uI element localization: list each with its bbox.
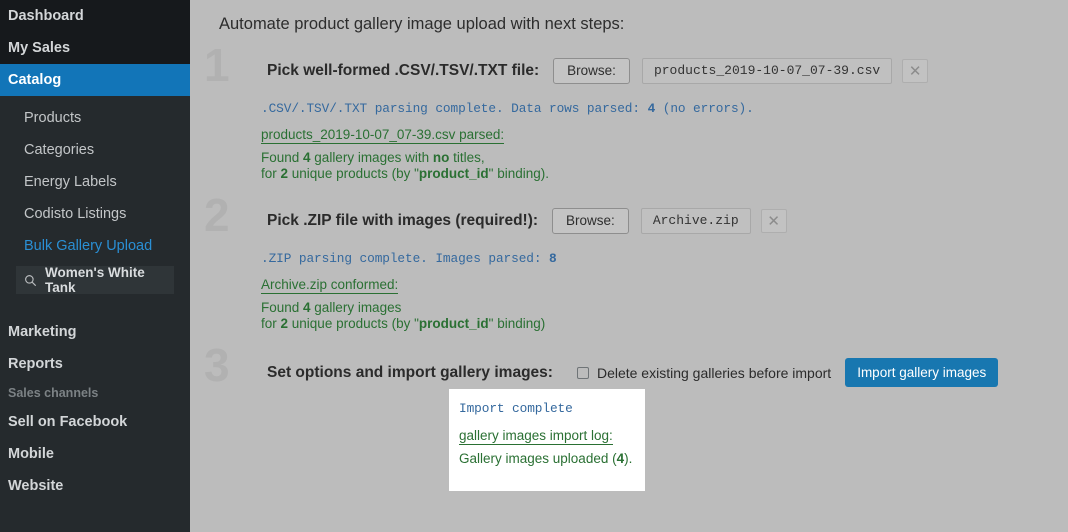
sidebar-search-wrapper: Women's White Tank bbox=[0, 262, 190, 304]
sidebar-item-label: Dashboard bbox=[8, 8, 84, 24]
sidebar: Dashboard My Sales Catalog Products Cate… bbox=[0, 0, 190, 532]
sidebar-item-mobile[interactable]: Mobile bbox=[0, 438, 190, 470]
sidebar-item-label: Marketing bbox=[8, 324, 77, 340]
sidebar-catalog-submenu: Products Categories Energy Labels Codist… bbox=[0, 96, 190, 310]
step-2-header: Pick .ZIP file with images (required!): … bbox=[267, 208, 787, 234]
browse-csv-button[interactable]: Browse: bbox=[553, 58, 630, 84]
import-log-panel: Import complete gallery images import lo… bbox=[449, 389, 645, 491]
search-icon bbox=[24, 274, 37, 287]
main-content: Automate product gallery image upload wi… bbox=[190, 0, 1068, 532]
csv-log-line-2: for 2 unique products (by "product_id" b… bbox=[261, 166, 549, 181]
csv-file-name[interactable]: products_2019-10-07_07-39.csv bbox=[641, 58, 893, 84]
step-number: 3 bbox=[204, 339, 230, 391]
sidebar-item-my-sales[interactable]: My Sales bbox=[0, 32, 190, 64]
step-title: Set options and import gallery images: bbox=[267, 363, 553, 381]
sidebar-item-label: Catalog bbox=[8, 72, 62, 88]
search-input[interactable]: Women's White Tank bbox=[16, 265, 174, 295]
import-log-heading: gallery images import log: bbox=[459, 428, 613, 445]
sidebar-section-sales-channels: Sales channels bbox=[0, 380, 190, 406]
sidebar-item-catalog[interactable]: Catalog bbox=[0, 64, 190, 96]
step-number: 1 bbox=[204, 39, 230, 91]
search-input-value: Women's White Tank bbox=[45, 265, 145, 295]
sidebar-top-section: Dashboard My Sales Catalog bbox=[0, 0, 190, 96]
close-icon[interactable]: ✕ bbox=[760, 209, 787, 233]
sidebar-item-label: Categories bbox=[24, 142, 95, 158]
step-number: 2 bbox=[204, 189, 230, 241]
delete-galleries-label: Delete existing galleries before import bbox=[596, 364, 832, 381]
zip-file-name[interactable]: Archive.zip bbox=[640, 208, 751, 234]
zip-log-line-1: Found 4 gallery images bbox=[261, 300, 402, 315]
sidebar-item-label: My Sales bbox=[8, 40, 71, 56]
sidebar-item-marketing[interactable]: Marketing bbox=[0, 316, 190, 348]
app-root: Dashboard My Sales Catalog Products Cate… bbox=[0, 0, 1068, 532]
step-title: Pick well-formed .CSV/.TSV/.TXT file: bbox=[267, 62, 540, 79]
sidebar-bottom-section: Marketing Reports Sales channels Sell on… bbox=[0, 310, 190, 502]
sidebar-item-products[interactable]: Products bbox=[0, 102, 190, 134]
import-gallery-images-button[interactable]: Import gallery images bbox=[845, 358, 999, 387]
zip-log-heading: Archive.zip conformed: bbox=[261, 277, 399, 294]
step-1-body: .CSV/.TSV/.TXT parsing complete. Data ro… bbox=[261, 101, 754, 182]
sidebar-item-label: Mobile bbox=[8, 446, 54, 462]
sidebar-item-label: Reports bbox=[8, 356, 63, 372]
import-log-line: Gallery images uploaded (4). bbox=[459, 451, 633, 466]
browse-zip-button[interactable]: Browse: bbox=[552, 208, 629, 234]
import-options: Delete existing galleries before import … bbox=[576, 358, 999, 387]
sidebar-item-label: Sell on Facebook bbox=[8, 414, 128, 430]
step-3-header: Set options and import gallery images: D… bbox=[267, 358, 999, 387]
csv-log-heading: products_2019-10-07_07-39.csv parsed: bbox=[261, 127, 505, 144]
zip-log-line-2: for 2 unique products (by "product_id" b… bbox=[261, 316, 546, 331]
step-title: Pick .ZIP file with images (required!): bbox=[267, 212, 539, 229]
sidebar-item-label: Codisto Listings bbox=[24, 206, 127, 222]
step-2-body: .ZIP parsing complete. Images parsed: 8 … bbox=[261, 251, 557, 332]
csv-parse-status: .CSV/.TSV/.TXT parsing complete. Data ro… bbox=[261, 101, 754, 116]
sidebar-item-dashboard[interactable]: Dashboard bbox=[0, 0, 190, 32]
zip-parse-status: .ZIP parsing complete. Images parsed: 8 bbox=[261, 251, 557, 266]
import-status: Import complete bbox=[459, 401, 573, 416]
step-1-header: Pick well-formed .CSV/.TSV/.TXT file: Br… bbox=[267, 58, 929, 84]
sidebar-item-label: Energy Labels bbox=[24, 174, 117, 190]
sidebar-item-sell-on-facebook[interactable]: Sell on Facebook bbox=[0, 406, 190, 438]
sidebar-item-label: Website bbox=[8, 478, 64, 494]
sidebar-item-energy-labels[interactable]: Energy Labels bbox=[0, 166, 190, 198]
sidebar-item-reports[interactable]: Reports bbox=[0, 348, 190, 380]
csv-log-line-1: Found 4 gallery images with no titles, bbox=[261, 150, 485, 165]
sidebar-item-label: Bulk Gallery Upload bbox=[24, 238, 153, 254]
sidebar-item-bulk-gallery-upload[interactable]: Bulk Gallery Upload bbox=[0, 230, 190, 262]
sidebar-section-label: Sales channels bbox=[8, 386, 99, 400]
delete-galleries-checkbox[interactable] bbox=[576, 366, 589, 379]
sidebar-item-codisto-listings[interactable]: Codisto Listings bbox=[0, 198, 190, 230]
close-icon[interactable]: ✕ bbox=[902, 59, 929, 83]
sidebar-item-label: Products bbox=[24, 110, 82, 126]
sidebar-item-categories[interactable]: Categories bbox=[0, 134, 190, 166]
sidebar-item-website[interactable]: Website bbox=[0, 470, 190, 502]
page-title: Automate product gallery image upload wi… bbox=[219, 15, 625, 33]
